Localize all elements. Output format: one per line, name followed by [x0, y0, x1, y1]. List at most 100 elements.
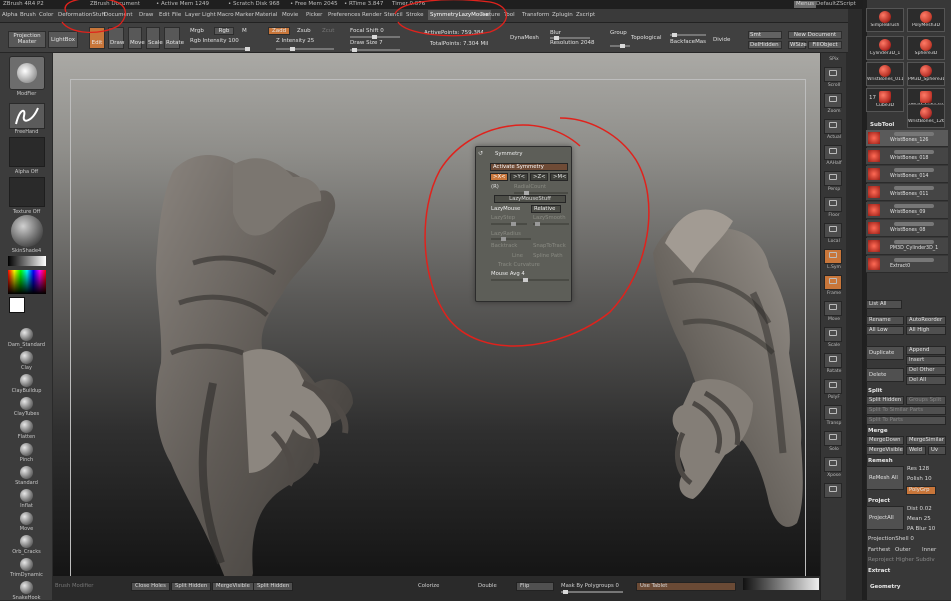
texture-selector-button[interactable] — [9, 177, 45, 207]
rotate-button[interactable]: Rotate — [164, 27, 184, 49]
subtool-item[interactable]: WristBones_09 — [866, 202, 948, 219]
subtool-visibility-toggle[interactable] — [894, 222, 934, 226]
inner-button[interactable]: Inner — [922, 547, 936, 553]
menu-layer[interactable]: Layer — [185, 12, 200, 18]
brush-claytubes[interactable]: ClayTubes — [8, 397, 45, 417]
subtool-title[interactable]: SubTool — [870, 122, 894, 128]
polygrp-button[interactable]: PolyGrp — [906, 486, 936, 495]
relative-button[interactable]: Relative — [531, 205, 561, 213]
remesh-all-button[interactable]: ReMesh All — [866, 466, 904, 490]
extract-title[interactable]: Extract — [868, 568, 890, 574]
menu-draw[interactable]: Draw — [139, 12, 153, 18]
resolution-label[interactable]: Resolution 2048 — [550, 40, 595, 46]
shelf-frame-button[interactable] — [824, 301, 842, 316]
subtool-visibility-toggle[interactable] — [894, 150, 934, 154]
shelf-floor-button[interactable] — [824, 223, 842, 238]
remesh-title[interactable]: Remesh — [868, 458, 893, 464]
weld-button[interactable]: Weld — [906, 446, 926, 455]
mrgb-button[interactable]: Mrgb — [190, 28, 204, 34]
shelf-aahalf-button[interactable] — [824, 171, 842, 186]
z-intensity-label[interactable]: Z Intensity 25 — [276, 38, 314, 44]
menu-zplugin[interactable]: Zplugin — [552, 12, 573, 18]
dynamesh-button[interactable]: DynaMesh — [510, 35, 539, 41]
refresh-icon[interactable]: ↺ — [478, 150, 483, 157]
group-button[interactable]: Group — [610, 30, 627, 36]
split-hidden-tray-button[interactable]: Split Hidden — [866, 396, 904, 405]
menu-marker[interactable]: Marker — [235, 12, 254, 18]
subtool-item[interactable]: WristBones_011 — [866, 184, 948, 201]
backface-slider[interactable] — [670, 33, 706, 37]
subtool-item[interactable]: WristBones_08 — [866, 220, 948, 237]
tool-thumb-0[interactable]: SimpleBrush — [866, 8, 904, 32]
brush-selector-button[interactable] — [9, 56, 45, 90]
subtool-visibility-toggle[interactable] — [894, 168, 934, 172]
project-all-button[interactable]: ProjectAll — [866, 506, 904, 530]
brush-pinch[interactable]: Pinch — [8, 443, 45, 463]
m-axis-button[interactable]: >M< — [550, 173, 568, 181]
projection-shell-label[interactable]: ProjectionShell 0 — [868, 536, 914, 542]
lazymouse-button[interactable]: LazyMouse — [491, 206, 520, 212]
subtool-item[interactable]: PM3D_Cylinder3D_1 — [866, 238, 948, 255]
autoreorder-button[interactable]: AutoReorder — [906, 316, 946, 325]
pa-blur-label[interactable]: PA Blur 10 — [907, 526, 935, 532]
all-low-button[interactable]: All Low — [866, 326, 904, 335]
gradient-swatch[interactable] — [8, 256, 46, 266]
split-similar-button[interactable]: Split To Similar Parts — [866, 406, 946, 415]
menu-edit[interactable]: Edit — [159, 12, 170, 18]
reproject-button[interactable]: Reproject Higher Subdiv — [868, 557, 935, 563]
menu-preferences[interactable]: Preferences — [328, 12, 360, 18]
fill-object-button[interactable]: FillObject — [808, 41, 842, 49]
shelf-spix-button[interactable] — [824, 67, 842, 82]
subtool-visibility-toggle[interactable] — [894, 204, 934, 208]
wsize-button[interactable]: WSize — [788, 41, 807, 49]
append-button[interactable]: Append — [906, 346, 946, 355]
subtool-item[interactable]: WristBones_126 — [866, 130, 948, 147]
mouse-avg-label[interactable]: Mouse Avg 4 — [491, 271, 525, 277]
lazymouse-stuff-header[interactable]: LazyMouseStuff — [494, 195, 566, 203]
uv-button[interactable]: Uv — [928, 446, 946, 455]
flip-button[interactable]: Flip — [516, 582, 554, 591]
brush-flatten[interactable]: Flatten — [8, 420, 45, 440]
menu-texture[interactable]: Texture — [480, 12, 500, 18]
menu-picker[interactable]: Picker — [306, 12, 322, 18]
brush-dam-standard[interactable]: Dam_Standard — [8, 328, 45, 348]
merge-similar-button[interactable]: MergeSimilar — [906, 436, 946, 445]
activate-symmetry-button[interactable]: Activate Symmetry — [490, 163, 568, 171]
lazysmooth-slider[interactable] — [533, 222, 569, 226]
default-zscript[interactable]: DefaultZScript — [816, 1, 856, 8]
tool-thumb-5[interactable]: PM3D_Sphere3D — [907, 62, 945, 86]
menu-light[interactable]: Light — [202, 12, 216, 18]
shelf-rotate-button[interactable] — [824, 379, 842, 394]
menu-tool[interactable]: Tool — [504, 12, 515, 18]
spline-path-button[interactable]: Spline Path — [533, 253, 563, 259]
subtool-visibility-toggle[interactable] — [894, 186, 934, 190]
duplicate-button[interactable]: Duplicate — [866, 346, 904, 360]
lazystep-slider[interactable] — [491, 222, 527, 226]
subtool-visibility-toggle[interactable] — [894, 258, 934, 262]
tool-thumb-2[interactable]: Cylinder3D_1 — [866, 36, 904, 60]
subtool-visibility-toggle[interactable] — [894, 240, 934, 244]
res-label[interactable]: Res 128 — [907, 466, 929, 472]
shelf-scale-button[interactable] — [824, 353, 842, 368]
menu-stencil[interactable]: Stencil — [384, 12, 403, 18]
track-curvature-label[interactable]: Track Curvature — [498, 262, 540, 268]
geometry-title[interactable]: Geometry — [870, 584, 900, 590]
backface-mask-button[interactable]: BackfaceMas — [670, 39, 706, 45]
snaptotrack-button[interactable]: SnapToTrack — [533, 243, 566, 249]
focal-shift-slider[interactable] — [350, 35, 400, 39]
projection-master-button[interactable]: Projection Master — [8, 31, 46, 48]
del-other-button[interactable]: Del Other — [906, 366, 946, 375]
outer-button[interactable]: Outer — [895, 547, 911, 553]
x-axis-button[interactable]: >X< — [490, 173, 508, 181]
all-high-button[interactable]: All High — [906, 326, 946, 335]
tool-thumb-1[interactable]: PolyMesh3D — [907, 8, 945, 32]
rgb-intensity-slider[interactable] — [190, 47, 250, 51]
menus-toggle[interactable]: Menus — [794, 1, 816, 8]
menu-render[interactable]: Render — [362, 12, 382, 18]
list-all-button[interactable]: List All — [866, 300, 902, 309]
scale-button[interactable]: Scale — [146, 27, 163, 49]
brush-snakehook[interactable]: SnakeHook — [8, 581, 45, 601]
del-all-button[interactable]: Del All — [906, 376, 946, 385]
divide-button[interactable]: Divide — [713, 37, 730, 43]
material-sphere-icon[interactable] — [11, 215, 43, 247]
